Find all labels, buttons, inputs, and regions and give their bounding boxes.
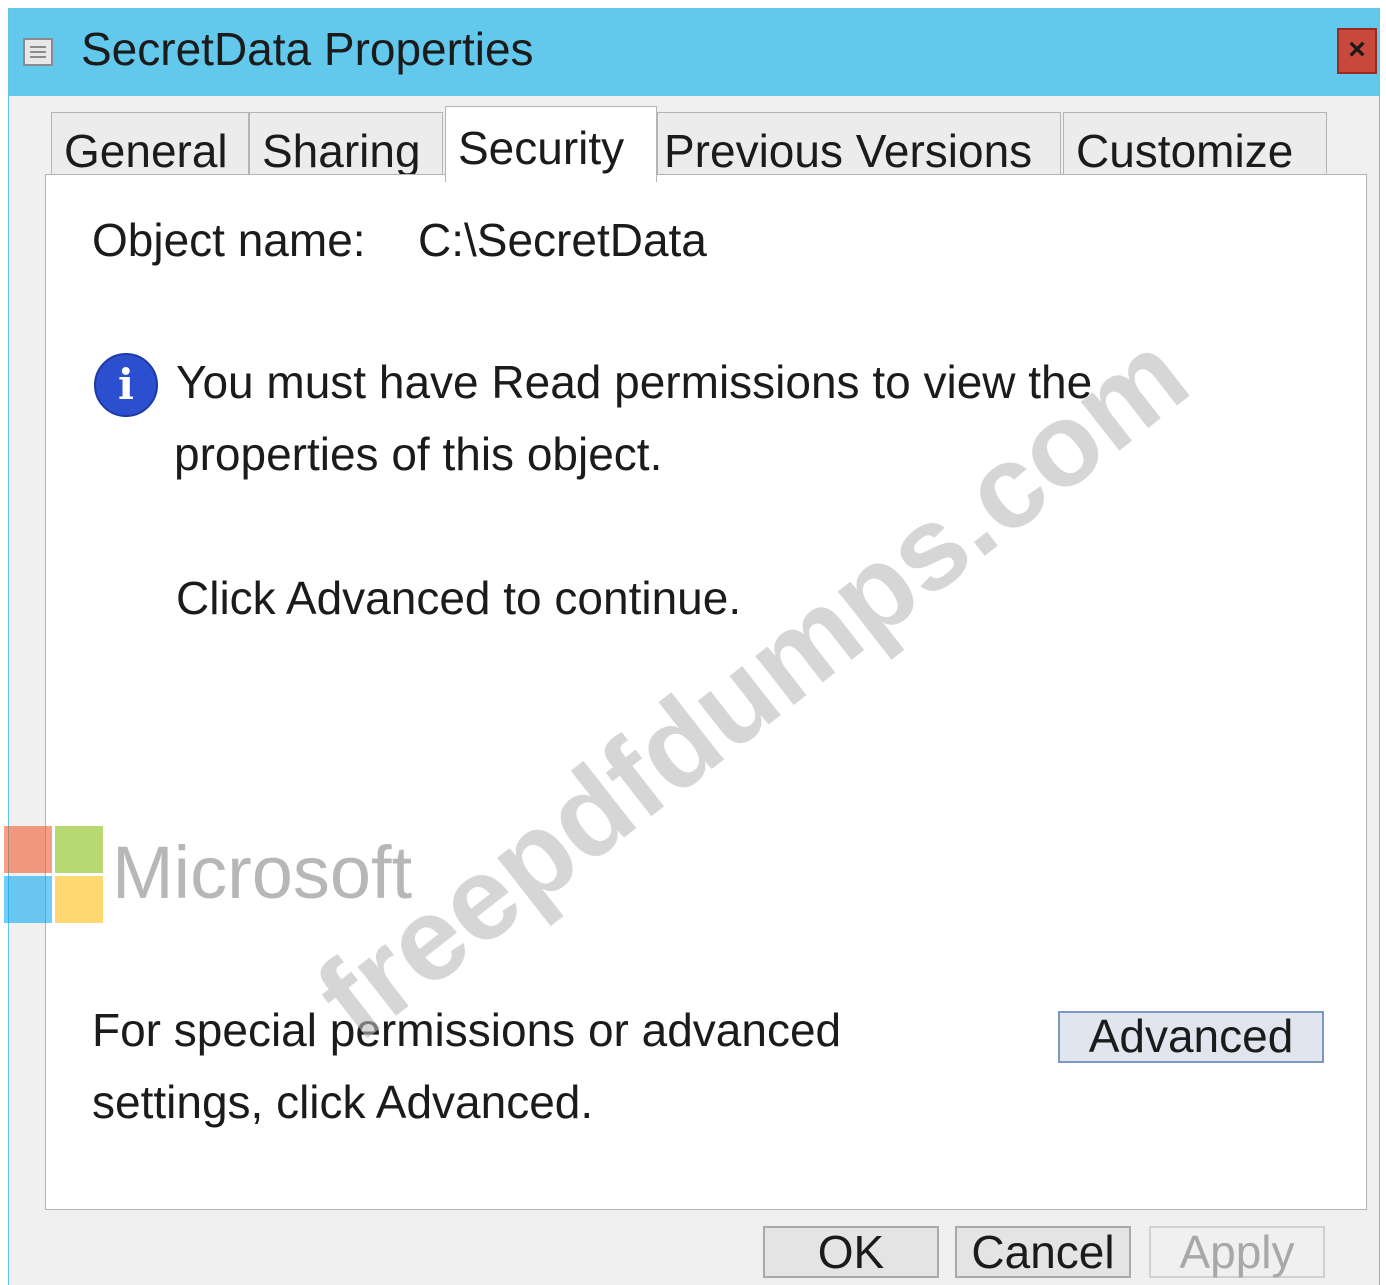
title-bar[interactable]: SecretData Properties ×: [9, 8, 1379, 96]
object-name-label: Object name:: [92, 214, 366, 266]
information-icon: i: [94, 353, 158, 417]
advanced-hint-line1: For special permissions or advanced: [92, 1004, 842, 1056]
tab-sharing[interactable]: Sharing: [249, 112, 443, 180]
tab-previous-versions[interactable]: Previous Versions: [657, 112, 1061, 180]
cancel-button[interactable]: Cancel: [955, 1226, 1131, 1278]
object-name-value: C:\SecretData: [418, 214, 707, 266]
microsoft-logo-icon: [4, 826, 104, 924]
logo-square-green: [55, 826, 103, 873]
tab-customize[interactable]: Customize: [1063, 112, 1327, 180]
logo-square-yellow: [55, 876, 103, 923]
ok-button[interactable]: OK: [763, 1226, 939, 1278]
folder-properties-icon: [23, 38, 53, 66]
tab-security[interactable]: Security: [445, 106, 657, 182]
continue-instruction: Click Advanced to continue.: [176, 572, 742, 624]
close-button[interactable]: ×: [1337, 28, 1377, 74]
permission-message-line1: You must have Read permissions to view t…: [176, 356, 1093, 408]
tab-general[interactable]: General: [51, 112, 249, 180]
logo-square-blue: [4, 876, 52, 923]
advanced-button[interactable]: Advanced: [1058, 1011, 1324, 1063]
apply-button[interactable]: Apply: [1149, 1226, 1325, 1278]
logo-square-red: [4, 826, 52, 873]
microsoft-watermark-text: Microsoft: [112, 831, 413, 914]
window-title: SecretData Properties: [81, 23, 534, 75]
properties-dialog: SecretData Properties × General Sharing …: [8, 8, 1380, 1285]
permission-message-line2: properties of this object.: [174, 428, 663, 480]
security-tab-panel: Object name: C:\SecretData i You must ha…: [45, 174, 1367, 1210]
advanced-hint-line2: settings, click Advanced.: [92, 1076, 594, 1128]
